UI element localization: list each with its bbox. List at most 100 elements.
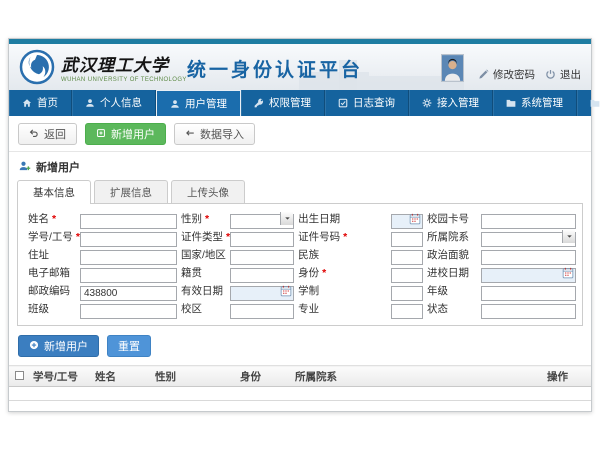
department-select-control: [481, 229, 576, 244]
toolbar: 返回 新增用户 数据导入: [18, 123, 582, 145]
nav-tab-1[interactable]: 首页: [9, 90, 72, 116]
data-import-button[interactable]: 数据导入: [174, 123, 255, 145]
nav-tab-label: 日志查询: [353, 91, 395, 115]
select-all-checkbox[interactable]: [15, 371, 24, 380]
change-password-link[interactable]: 修改密码: [478, 67, 535, 82]
major-field[interactable]: [391, 304, 423, 319]
platform-title: 统一身份认证平台: [187, 55, 363, 82]
political-status-field-control: [481, 247, 576, 262]
email-field[interactable]: [80, 268, 177, 283]
form-tab-2[interactable]: 扩展信息: [94, 180, 168, 203]
dropdown-caret-icon[interactable]: [562, 230, 575, 243]
political-status-field-label: 政治面貌: [423, 247, 481, 262]
department-select-label: 所属院系: [423, 229, 481, 244]
nav-tab-5[interactable]: 日志查询: [325, 90, 409, 116]
university-name: 武汉理工大学: [61, 51, 187, 76]
select-all-cell: [15, 371, 33, 383]
education-length-field-label: 学制: [294, 283, 391, 298]
status-field[interactable]: [481, 304, 576, 319]
form-tab-label: 扩展信息: [110, 187, 152, 199]
nav-tab-4[interactable]: 权限管理: [241, 90, 325, 116]
valid-date-field-label: 有效日期: [177, 283, 230, 298]
name-field-control: [80, 211, 177, 226]
submit-add-user-button[interactable]: 新增用户: [18, 335, 99, 357]
political-status-field[interactable]: [481, 250, 576, 265]
required-asterisk: *: [205, 213, 209, 225]
required-asterisk: *: [322, 267, 326, 279]
class-field-control: [80, 301, 177, 316]
campus-field[interactable]: [230, 304, 294, 319]
university-name-en: WUHAN UNIVERSITY OF TECHNOLOGY: [61, 77, 187, 83]
native-place-field-label: 籍贯: [177, 265, 230, 280]
folder-icon: [506, 98, 516, 108]
class-field[interactable]: [80, 304, 177, 319]
add-user-toolbar-button[interactable]: 新增用户: [85, 123, 166, 145]
postal-code-field[interactable]: [80, 286, 177, 301]
id-number-field[interactable]: [391, 232, 423, 247]
reset-button[interactable]: 重置: [107, 335, 151, 357]
user-table-header: 学号/工号姓名性别身份所属院系操作: [9, 366, 591, 387]
user-table-empty-row: [9, 387, 591, 401]
postal-code-field-label: 邮政编码: [24, 283, 80, 298]
student-id-field[interactable]: [80, 232, 177, 247]
ethnicity-field[interactable]: [391, 250, 423, 265]
name-field[interactable]: [80, 214, 177, 229]
major-field-label: 专业: [294, 301, 391, 316]
back-button[interactable]: 返回: [18, 123, 77, 145]
col-header-5: 所属院系: [295, 369, 547, 384]
calendar-icon[interactable]: [409, 213, 421, 225]
id-type-field[interactable]: [230, 232, 294, 247]
identity-field-control: [391, 265, 423, 280]
nav-tab-label: 权限管理: [269, 91, 311, 115]
required-asterisk: *: [343, 231, 347, 243]
section-title-label: 新增用户: [36, 159, 80, 175]
native-place-field[interactable]: [230, 268, 294, 283]
country-field-control: [230, 247, 294, 262]
form-grid: 姓名*性别*出生日期校园卡号学号/工号*证件类型*证件号码*所属院系住址国家/地…: [24, 210, 576, 317]
nav-tab-label: 首页: [37, 91, 58, 115]
plus-circle-icon: [29, 340, 39, 353]
nav-tab-3[interactable]: 用户管理: [156, 90, 241, 116]
campus-card-field[interactable]: [481, 214, 576, 229]
grade-field-control: [481, 283, 576, 298]
folder-icon: [590, 98, 600, 108]
student-id-field-control: [80, 229, 177, 244]
nav-tab-6[interactable]: 接入管理: [409, 90, 493, 116]
form-tab-label: 基本信息: [33, 187, 75, 199]
calendar-icon[interactable]: [562, 267, 574, 279]
toolbar-separator: [9, 151, 591, 152]
campus-card-field-label: 校园卡号: [423, 211, 481, 226]
brand-block: 武汉理工大学 WUHAN UNIVERSITY OF TECHNOLOGY: [61, 51, 187, 83]
calendar-icon[interactable]: [280, 285, 292, 297]
nav-tab-7[interactable]: 系统管理: [493, 90, 577, 116]
nav-tab-2[interactable]: 个人信息: [72, 90, 156, 116]
col-header-4: 身份: [240, 369, 295, 384]
name-field-label: 姓名*: [24, 211, 80, 226]
header-right: 修改密码 退出: [441, 44, 581, 90]
education-length-field[interactable]: [391, 286, 423, 301]
gender-select-label: 性别*: [177, 211, 230, 226]
birth-date-field-control: [391, 211, 423, 226]
form-tab-3[interactable]: 上传头像: [171, 180, 245, 203]
email-field-control: [80, 265, 177, 280]
back-button-label: 返回: [44, 126, 66, 142]
ethnicity-field-label: 民族: [294, 247, 391, 262]
postal-code-field-control: [80, 283, 177, 298]
entry-date-field-control: [481, 265, 576, 280]
university-logo-icon: [19, 49, 55, 85]
nav-tab-8[interactable]: 订阅管理: [577, 90, 600, 116]
pencil-icon: [478, 69, 489, 80]
grade-field[interactable]: [481, 286, 576, 301]
student-id-field-label: 学号/工号*: [24, 229, 80, 244]
country-field[interactable]: [230, 250, 294, 265]
country-field-label: 国家/地区: [177, 247, 230, 262]
logout-link[interactable]: 退出: [545, 67, 581, 82]
submit-add-user-label: 新增用户: [44, 338, 88, 354]
form-tab-1[interactable]: 基本信息: [17, 180, 91, 204]
col-header-3: 性别: [155, 369, 240, 384]
identity-field[interactable]: [391, 268, 423, 283]
new-user-icon: [96, 128, 106, 141]
address-field[interactable]: [80, 250, 177, 265]
dropdown-caret-icon[interactable]: [280, 212, 293, 225]
add-user-toolbar-label: 新增用户: [111, 126, 155, 142]
